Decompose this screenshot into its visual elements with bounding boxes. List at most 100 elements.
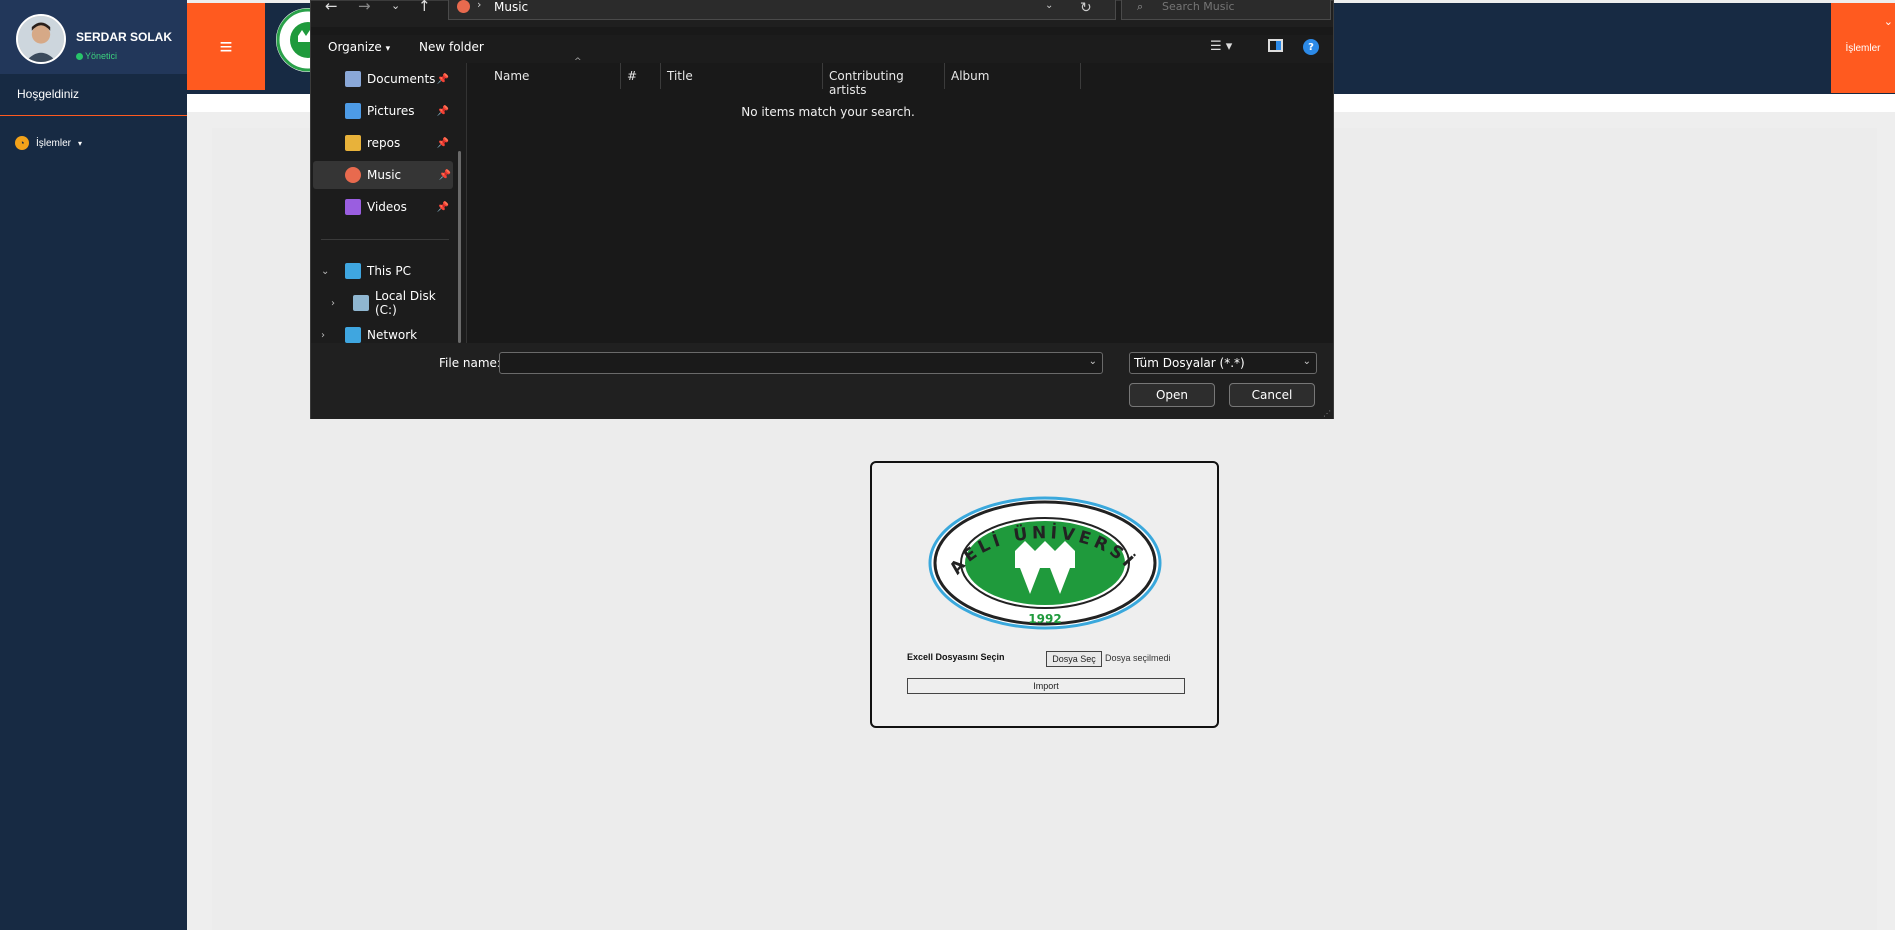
- file-open-dialog: ← → ⌄ ↑ › Music ⌄ ↻ ⌕ Organize ▾ New fol…: [310, 0, 1334, 419]
- file-select-label: Excell Dosyasını Seçin: [907, 652, 1005, 662]
- refresh-icon[interactable]: ↻: [1080, 0, 1092, 16]
- pin-icon: 📌: [436, 137, 449, 149]
- collapsed-chevron-icon[interactable]: ›: [321, 330, 325, 341]
- nav-scrollbar[interactable]: [458, 151, 461, 343]
- search-box[interactable]: ⌕: [1121, 0, 1331, 20]
- chevron-down-icon[interactable]: ⌄: [1089, 356, 1097, 367]
- nav-item-label: Local Disk (C:): [375, 289, 436, 317]
- column-header-title[interactable]: Title: [661, 63, 823, 89]
- choose-file-button[interactable]: Dosya Seç: [1046, 651, 1102, 667]
- file-name-combobox[interactable]: ⌄: [499, 352, 1103, 374]
- nav-item-label: Network: [367, 328, 418, 342]
- dashboard-icon: ◔: [15, 136, 29, 150]
- address-toolbar: ← → ⌄ ↑ › Music ⌄ ↻ ⌕: [311, 0, 1333, 27]
- recent-chevron-icon[interactable]: ⌄: [391, 0, 400, 11]
- university-logo: KOCAELİ ÜNİVERSİTESİ 1992: [928, 496, 1162, 630]
- view-options-icon[interactable]: ☰ ▾: [1210, 39, 1232, 54]
- column-header-album[interactable]: Album: [945, 63, 1081, 89]
- expanded-chevron-icon[interactable]: ⌄: [321, 266, 329, 277]
- nav-item-pictures[interactable]: Pictures 📌: [311, 97, 451, 125]
- file-type-value: Tüm Dosyalar (*.*): [1134, 356, 1245, 370]
- file-list: ^ Name # Title Contributing artists Albu…: [468, 57, 1333, 343]
- videos-icon: [345, 199, 361, 215]
- sidebar-item-label: İşlemler: [36, 137, 72, 149]
- no-file-text: Dosya seçilmedi: [1105, 653, 1171, 663]
- nav-item-repos[interactable]: repos 📌: [311, 129, 451, 157]
- resize-grip-icon[interactable]: ⋰: [1323, 409, 1331, 418]
- command-bar: Organize ▾ New folder ☰ ▾ ?: [311, 35, 1333, 63]
- file-name-label: File name:: [439, 356, 501, 370]
- address-dropdown-icon[interactable]: ⌄: [1045, 0, 1053, 11]
- user-panel: SERDAR SOLAK Yönetici: [0, 0, 187, 74]
- nav-divider: [321, 239, 449, 240]
- column-header-name[interactable]: ^ Name: [488, 57, 621, 89]
- new-folder-button[interactable]: New folder: [419, 40, 484, 54]
- pin-icon: 📌: [438, 169, 451, 181]
- nav-item-local-disk[interactable]: › Local Disk (C:): [311, 289, 461, 317]
- search-icon: ⌕: [1137, 0, 1144, 13]
- import-button[interactable]: Import: [907, 678, 1185, 694]
- chevron-down-icon: ⌄: [1883, 16, 1893, 28]
- user-role: Yönetici: [76, 51, 117, 61]
- column-header-number[interactable]: #: [621, 63, 661, 89]
- address-bar[interactable]: › Music ⌄: [448, 0, 1116, 20]
- nav-item-music[interactable]: Music 📌: [313, 161, 453, 189]
- user-menu-label: İşlemler: [1845, 42, 1881, 54]
- pin-icon: 📌: [436, 201, 449, 213]
- user-role-label: Yönetici: [85, 51, 118, 61]
- nav-item-documents[interactable]: Documents 📌: [311, 65, 451, 93]
- cancel-button[interactable]: Cancel: [1229, 383, 1315, 407]
- nav-item-label: Pictures: [367, 104, 415, 118]
- user-menu-button[interactable]: İşlemler ⌄: [1831, 3, 1895, 93]
- hamburger-icon: ≡: [219, 33, 233, 59]
- sort-ascending-icon: ^: [574, 57, 582, 67]
- breadcrumb-current[interactable]: Music: [494, 0, 528, 14]
- empty-message: No items match your search.: [741, 105, 915, 119]
- help-icon[interactable]: ?: [1303, 39, 1319, 55]
- caret-down-icon: ▾: [78, 138, 83, 148]
- open-button[interactable]: Open: [1129, 383, 1215, 407]
- caret-down-icon: ▾: [385, 44, 391, 54]
- chevron-down-icon: ⌄: [1302, 356, 1311, 367]
- computer-icon: [345, 263, 361, 279]
- organize-menu[interactable]: Organize ▾: [328, 40, 390, 54]
- menu-toggle-button[interactable]: ≡: [187, 3, 265, 90]
- dialog-footer: File name: ⌄ Tüm Dosyalar (*.*) ⌄ Open C…: [311, 343, 1333, 419]
- nav-item-label: repos: [367, 136, 401, 150]
- nav-item-label: Videos: [367, 200, 407, 214]
- back-arrow-icon[interactable]: ←: [325, 0, 338, 14]
- music-folder-icon: [457, 0, 470, 13]
- nav-item-label: Documents: [367, 72, 436, 86]
- sidebar-item-islemler[interactable]: ◔ İşlemler ▾: [15, 136, 82, 150]
- file-type-filter[interactable]: Tüm Dosyalar (*.*) ⌄: [1129, 352, 1317, 374]
- avatar: [16, 14, 66, 64]
- forward-arrow-icon[interactable]: →: [358, 0, 371, 14]
- up-arrow-icon[interactable]: ↑: [418, 0, 431, 14]
- upload-card: KOCAELİ ÜNİVERSİTESİ 1992 Excell Dosyası…: [870, 461, 1219, 728]
- file-name-input[interactable]: [500, 353, 1080, 373]
- search-input[interactable]: [1162, 0, 1322, 13]
- preview-pane-icon[interactable]: [1268, 39, 1283, 52]
- nav-item-videos[interactable]: Videos 📌: [311, 193, 451, 221]
- svg-text:1992: 1992: [1028, 612, 1061, 626]
- pictures-icon: [345, 103, 361, 119]
- disk-icon: [353, 295, 369, 311]
- network-icon: [345, 327, 361, 343]
- column-label: Name: [494, 69, 530, 83]
- navigation-pane: Documents 📌 Pictures 📌 repos 📌 Music 📌 V…: [311, 63, 467, 343]
- online-status-icon: [76, 52, 83, 60]
- folder-icon: [345, 135, 361, 151]
- breadcrumb-separator-icon: ›: [477, 0, 482, 11]
- pin-icon: 📌: [436, 105, 449, 117]
- pin-icon: 📌: [436, 73, 449, 85]
- welcome-text: Hoşgeldiniz: [0, 74, 187, 116]
- nav-item-this-pc[interactable]: ⌄ This PC: [311, 257, 451, 285]
- music-icon: [345, 167, 361, 183]
- nav-item-label: This PC: [367, 264, 411, 278]
- collapsed-chevron-icon[interactable]: ›: [331, 298, 335, 309]
- organize-label: Organize: [328, 40, 382, 54]
- nav-item-label: Music: [367, 168, 402, 182]
- column-header-artists[interactable]: Contributing artists: [823, 63, 945, 97]
- sidebar: SERDAR SOLAK Yönetici Hoşgeldiniz ◔ İşle…: [0, 0, 187, 930]
- documents-icon: [345, 71, 361, 87]
